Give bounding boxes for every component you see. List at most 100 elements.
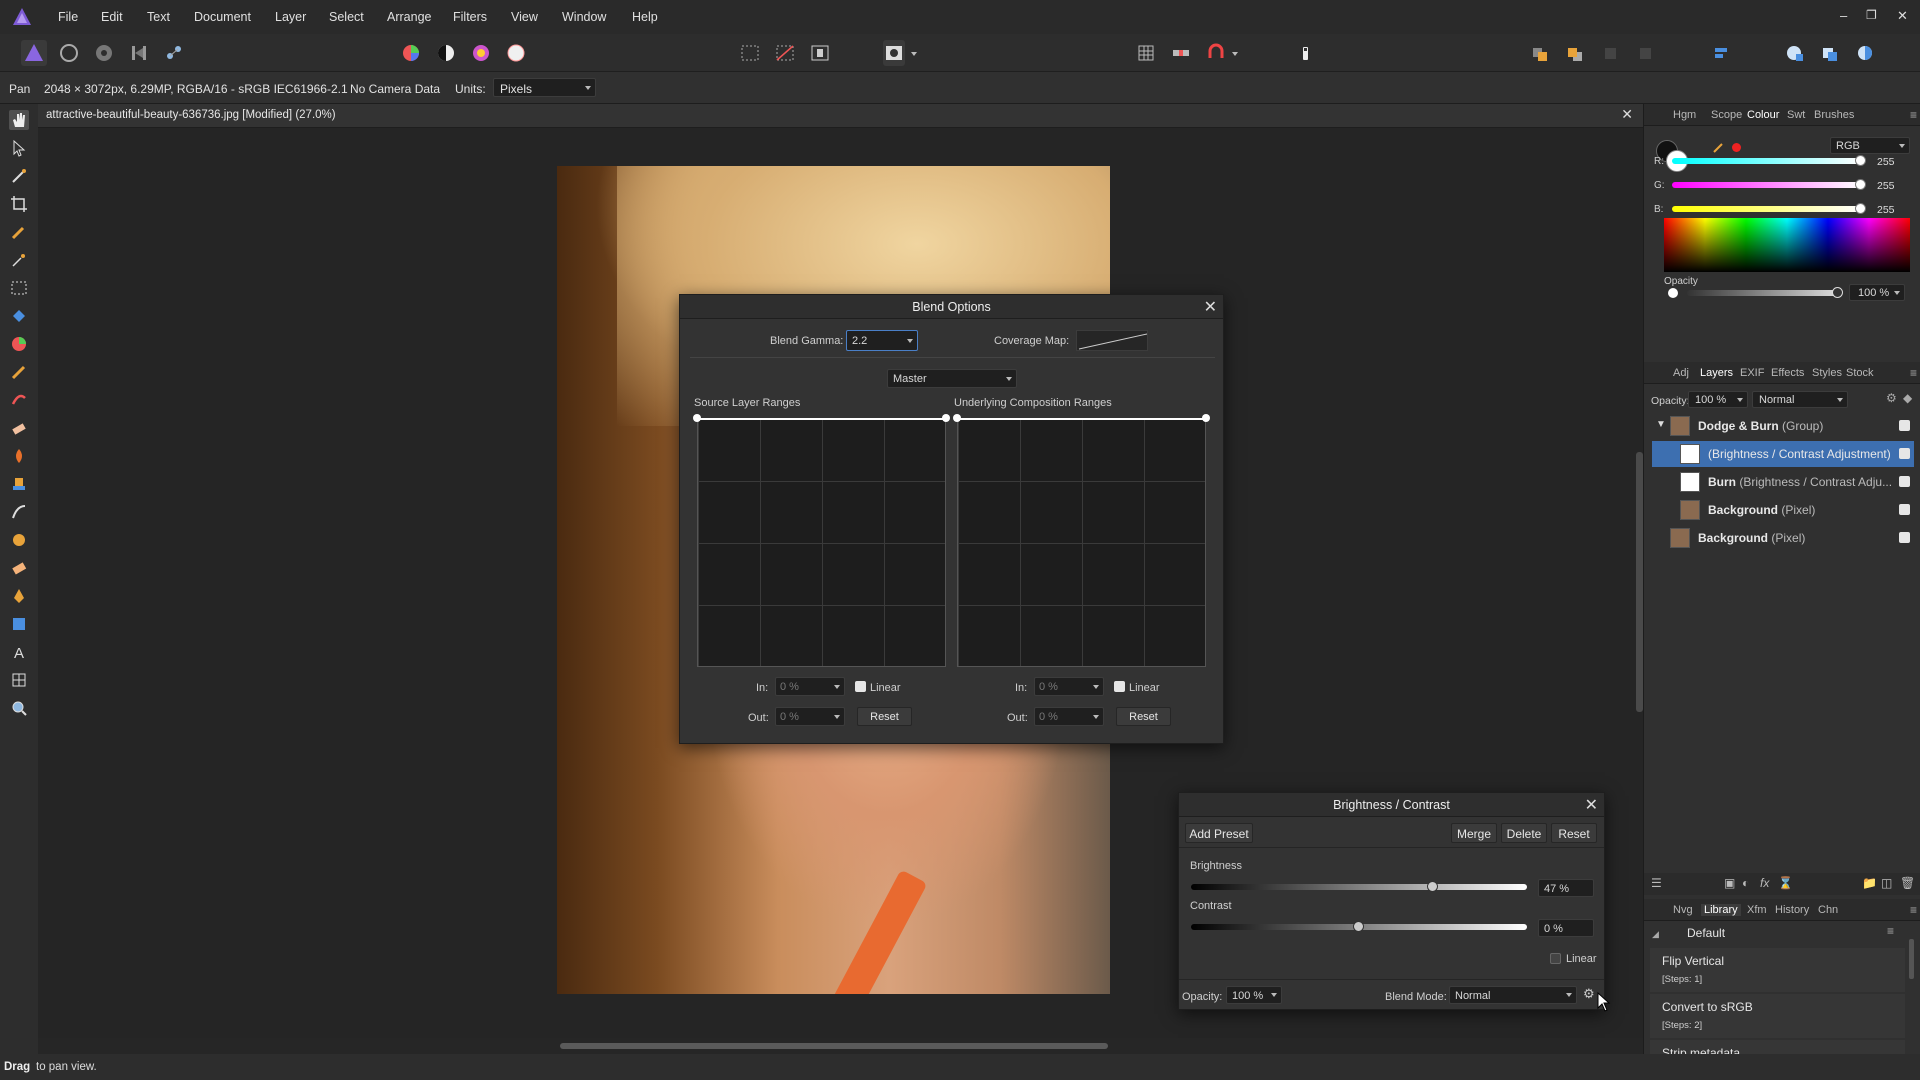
r-slider[interactable] — [1672, 158, 1860, 164]
text-tool-icon[interactable]: A — [9, 642, 29, 662]
layer-blend-dropdown[interactable]: Normal — [1752, 391, 1848, 408]
photo-persona-icon[interactable] — [21, 40, 47, 66]
brightness-slider[interactable] — [1191, 884, 1527, 890]
library-category[interactable]: Default — [1687, 926, 1725, 940]
develop-persona-icon[interactable] — [91, 40, 117, 66]
category-menu-icon[interactable]: ≡ — [1887, 924, 1894, 938]
paint-brush-tool-icon[interactable] — [9, 362, 29, 382]
menu-help[interactable]: Help — [632, 10, 658, 24]
menu-file[interactable]: File — [58, 10, 78, 24]
eraser-tool-icon[interactable] — [9, 558, 29, 578]
live-filter-icon[interactable]: ⌛ — [1778, 876, 1793, 890]
add-icon[interactable] — [1782, 40, 1808, 66]
g-slider[interactable] — [1672, 182, 1860, 188]
channel-dropdown[interactable]: Master — [887, 369, 1017, 388]
quick-mask-dropdown-icon[interactable] — [908, 40, 920, 66]
underlying-out-dropdown[interactable]: 0 % — [1034, 707, 1104, 726]
arrange-front-icon[interactable] — [1597, 40, 1623, 66]
b-slider[interactable] — [1672, 206, 1860, 212]
layer-visibility-checkbox[interactable] — [1899, 476, 1910, 487]
menu-document[interactable]: Document — [194, 10, 251, 24]
merge-button[interactable]: Merge — [1451, 823, 1497, 843]
adjustment-layer-icon[interactable]: ◐ — [1742, 876, 1749, 890]
reset-button[interactable]: Reset — [1551, 823, 1597, 843]
tab-history[interactable]: History — [1775, 904, 1809, 916]
menu-window[interactable]: Window — [562, 10, 606, 24]
no-colour-dot-icon[interactable] — [1732, 143, 1741, 152]
tab-adjustments[interactable]: Adj — [1673, 367, 1689, 379]
opacity-dropdown[interactable]: 100 % — [1849, 284, 1905, 301]
macro-item[interactable]: Convert to sRGB [Steps: 2] — [1650, 994, 1905, 1038]
menu-view[interactable]: View — [511, 10, 538, 24]
selection-brush-tool-icon[interactable] — [9, 222, 29, 242]
menu-filters[interactable]: Filters — [453, 10, 487, 24]
tab-layers[interactable]: Layers — [1700, 367, 1733, 379]
menu-edit[interactable]: Edit — [101, 10, 123, 24]
tab-brushes[interactable]: Brushes — [1814, 109, 1854, 121]
layers-menu-icon[interactable]: ≡ — [1910, 366, 1917, 380]
underlying-ranges-graph[interactable] — [953, 414, 1210, 667]
auto-levels-icon[interactable] — [398, 40, 424, 66]
layer-visibility-checkbox[interactable] — [1899, 420, 1910, 431]
contrast-value-field[interactable]: 0 % — [1538, 919, 1594, 937]
auto-white-balance-icon[interactable] — [503, 40, 529, 66]
hand-tool-icon[interactable] — [9, 110, 29, 130]
brightness-slider-handle[interactable] — [1426, 881, 1438, 892]
horizontal-scrollbar[interactable] — [38, 1038, 1643, 1054]
marquee-tool-icon[interactable] — [9, 278, 29, 298]
layer-row[interactable]: Background (Pixel) — [1652, 497, 1914, 523]
smudge-brush-tool-icon[interactable] — [9, 502, 29, 522]
menu-layer[interactable]: Layer — [275, 10, 306, 24]
deselect-icon[interactable] — [772, 40, 798, 66]
underlying-linear-checkbox[interactable] — [1114, 681, 1125, 692]
move-tool-icon[interactable] — [9, 138, 29, 158]
linear-checkbox[interactable] — [1550, 953, 1561, 964]
gradient-tool-icon[interactable] — [9, 334, 29, 354]
tab-navigator[interactable]: Nvg — [1673, 904, 1693, 916]
document-tab[interactable]: attractive-beautiful-beauty-636736.jpg [… — [38, 104, 1643, 128]
brightness-value-field[interactable]: 47 % — [1538, 879, 1594, 897]
snapping-options-icon[interactable] — [1168, 40, 1194, 66]
tab-exif[interactable]: EXIF — [1740, 367, 1764, 379]
tab-swatches[interactable]: Swt — [1787, 109, 1805, 121]
liquify-persona-icon[interactable] — [56, 40, 82, 66]
tab-stock[interactable]: Stock — [1846, 367, 1874, 379]
delete-layer-icon[interactable]: 🗑 — [1900, 876, 1915, 890]
healing-brush-tool-icon[interactable] — [9, 390, 29, 410]
g-slider-handle[interactable] — [1855, 179, 1866, 190]
tab-styles[interactable]: Styles — [1812, 367, 1842, 379]
context-help-icon[interactable] — [1293, 40, 1319, 66]
source-out-dropdown[interactable]: 0 % — [775, 707, 845, 726]
arrange-to-back-icon[interactable] — [1632, 40, 1658, 66]
expand-group-icon[interactable]: ▼ — [1656, 419, 1666, 430]
menu-arrange[interactable]: Arrange — [387, 10, 431, 24]
r-slider-handle[interactable] — [1855, 155, 1866, 166]
minimize-icon[interactable]: – — [1840, 8, 1847, 23]
blend-options-gear-icon[interactable]: ⚙ — [1583, 986, 1595, 1002]
tab-effects[interactable]: Effects — [1771, 367, 1804, 379]
macro-item[interactable]: Flip Vertical [Steps: 1] — [1650, 948, 1905, 992]
add-layer-icon[interactable]: ◫ — [1881, 876, 1892, 890]
coverage-map-curve[interactable] — [1076, 330, 1148, 351]
layer-row-selected[interactable]: (Brightness / Contrast Adjustment) — [1652, 441, 1914, 467]
quick-mask-icon[interactable] — [883, 40, 905, 66]
layer-row[interactable]: Burn (Brightness / Contrast Adju... — [1652, 469, 1914, 495]
blend-options-close-icon[interactable]: ✕ — [1204, 297, 1217, 317]
erase-brush-tool-icon[interactable] — [9, 418, 29, 438]
tab-library[interactable]: Library — [1701, 904, 1741, 916]
window-close-icon[interactable]: ✕ — [1897, 8, 1908, 24]
g-value[interactable]: 255 — [1877, 180, 1895, 192]
vertical-scroll-thumb[interactable] — [1636, 452, 1643, 712]
vertical-scrollbar[interactable] — [1636, 128, 1643, 1038]
source-in-dropdown[interactable]: 0 % — [775, 677, 845, 696]
opacity-slider-handle[interactable] — [1832, 287, 1843, 298]
flood-select-tool-icon[interactable] — [9, 250, 29, 270]
pen-tool-icon[interactable] — [9, 586, 29, 606]
zoom-tool-icon[interactable] — [9, 698, 29, 718]
layer-opacity-dropdown[interactable]: 100 % — [1688, 391, 1748, 408]
arrange-back-icon[interactable] — [1562, 40, 1588, 66]
add-preset-button[interactable]: Add Preset — [1185, 823, 1253, 843]
snapping-dropdown-icon[interactable] — [1229, 40, 1241, 66]
library-scroll-thumb[interactable] — [1909, 939, 1914, 979]
layer-row[interactable]: Background (Pixel) — [1652, 525, 1914, 551]
